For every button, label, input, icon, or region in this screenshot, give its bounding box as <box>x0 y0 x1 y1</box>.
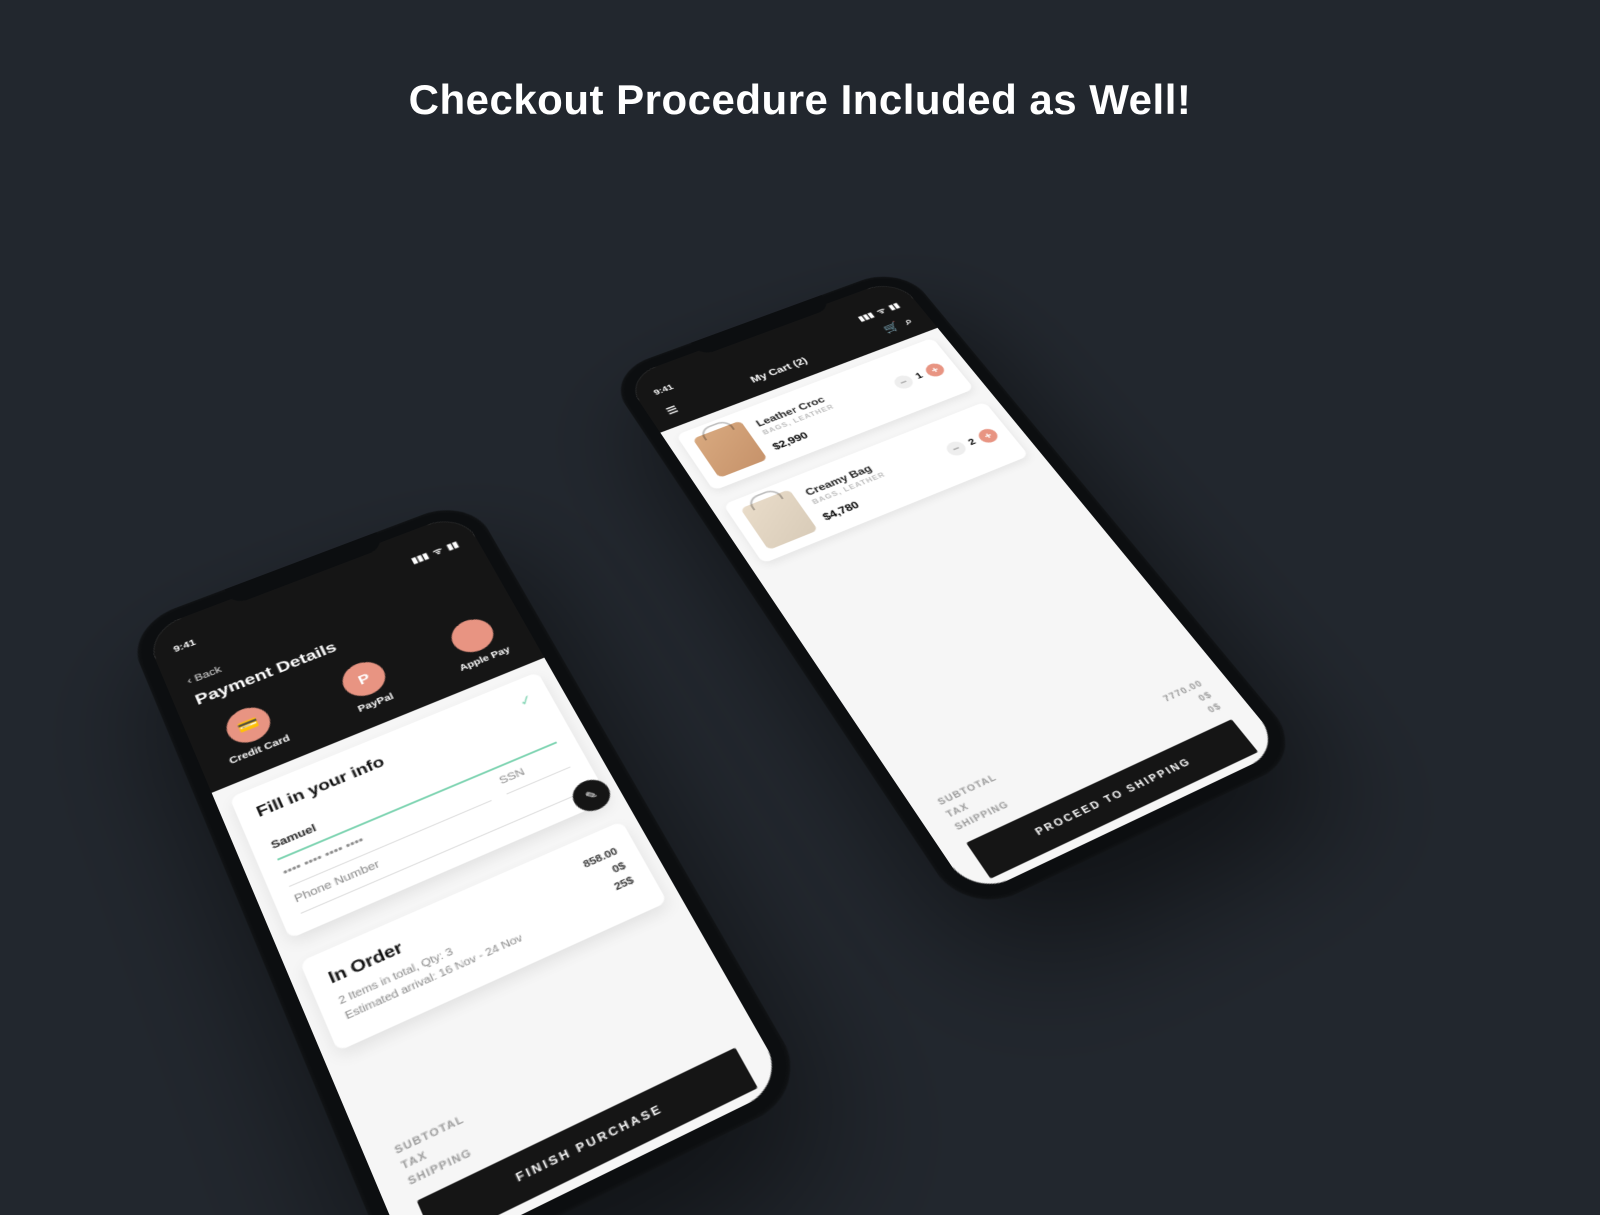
phone-cart: 9:41 ▮▮▮ᯤ▮▮ ☰ My Cart (2) 🛒⌕ Leather Cro… <box>605 266 1308 918</box>
mockup-stage: 9:41 ▮▮▮ᯤ▮▮ ‹ Back Payment Details 💳Cred… <box>0 0 1600 1208</box>
signal-icon: ▮▮▮ <box>857 311 876 323</box>
order-amount: 25$ <box>596 873 637 903</box>
phone-payment: 9:41 ▮▮▮ᯤ▮▮ ‹ Back Payment Details 💳Cred… <box>125 497 812 1215</box>
pencil-icon: ✎ <box>583 787 600 804</box>
quantity-stepper: − 1 + <box>891 361 947 390</box>
menu-icon[interactable]: ☰ <box>664 404 680 417</box>
qty-plus-button[interactable]: + <box>975 427 1001 445</box>
cart-body: Leather Croc BAGS, LEATHER $2,990 − 1 + … <box>660 328 1284 897</box>
search-icon[interactable]: ⌕ <box>901 315 915 326</box>
qty-minus-button[interactable]: − <box>891 373 916 390</box>
cart-screen: 9:41 ▮▮▮ᯤ▮▮ ☰ My Cart (2) 🛒⌕ Leather Cro… <box>624 278 1285 897</box>
payment-option-credit-card[interactable]: 💳Credit Card <box>212 698 291 767</box>
qty-value: 1 <box>914 371 925 381</box>
order-amount: 858.00 <box>580 844 621 873</box>
status-icons: ▮▮▮ᯤ▮▮ <box>404 538 461 568</box>
order-amount: 0$ <box>588 859 629 888</box>
cart-icon[interactable]: 🛒 <box>881 320 902 334</box>
wifi-icon: ᯤ <box>875 307 888 316</box>
status-time: 9:41 <box>172 638 198 657</box>
totals-section: SUBTOTAL TAX SHIPPING FINISH PURCHASE <box>329 907 788 1215</box>
product-thumbnail <box>740 489 818 550</box>
battery-icon: ▮▮ <box>445 540 460 552</box>
wifi-icon: ᯤ <box>431 546 444 557</box>
payment-option-paypal[interactable]: PPayPal <box>337 656 399 716</box>
qty-value: 2 <box>966 437 978 447</box>
signal-icon: ▮▮▮ <box>410 552 431 566</box>
order-amounts: 858.00 0$ 25$ <box>580 844 637 902</box>
qty-minus-button[interactable]: − <box>943 439 969 457</box>
payment-screen: 9:41 ▮▮▮ᯤ▮▮ ‹ Back Payment Details 💳Cred… <box>144 512 788 1215</box>
payment-option-apple-pay[interactable]: Apple Pay <box>440 612 512 674</box>
qty-plus-button[interactable]: + <box>923 361 948 378</box>
total-value: 0$ <box>1205 701 1223 714</box>
battery-icon: ▮▮ <box>887 302 902 312</box>
product-thumbnail <box>692 421 767 478</box>
quantity-stepper: − 2 + <box>943 427 1001 458</box>
status-time: 9:41 <box>652 383 676 399</box>
